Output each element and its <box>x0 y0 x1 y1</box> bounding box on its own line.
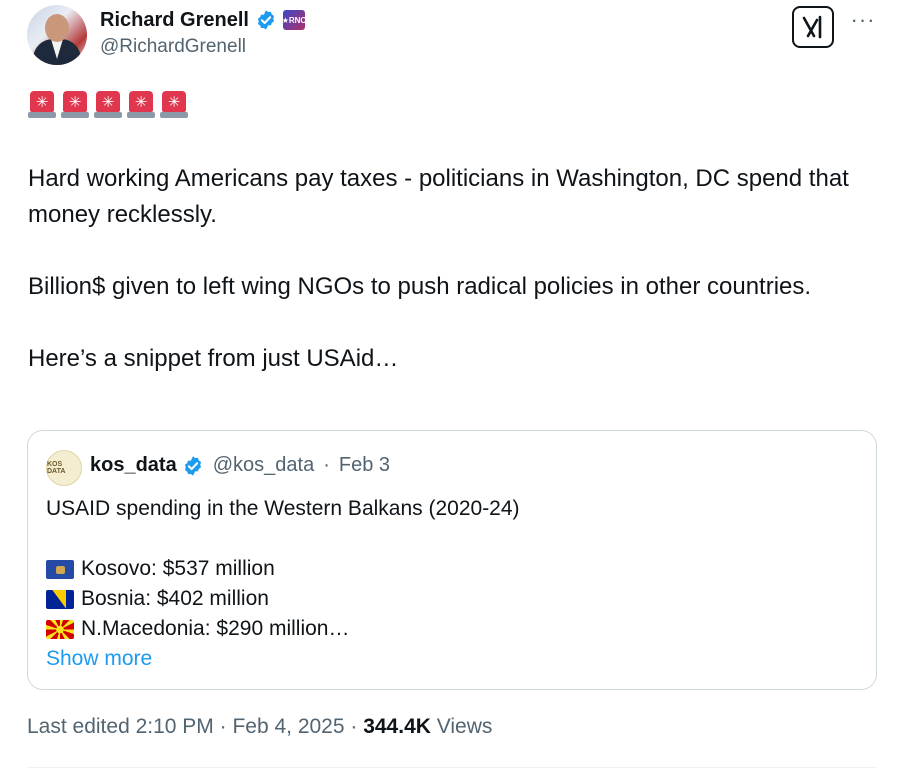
verified-badge-icon <box>184 455 201 476</box>
kosovo-flag-icon <box>46 559 74 579</box>
more-icon: ··· <box>850 7 876 32</box>
quoted-separator: · <box>323 454 330 476</box>
quoted-list-item: Bosnia: $402 million <box>46 584 846 614</box>
siren-emoji-icon: ✳ <box>94 91 122 119</box>
siren-emoji-icon: ✳ <box>160 91 188 119</box>
quoted-list-text: Kosovo: $537 million <box>81 557 275 580</box>
show-more-link[interactable]: Show more <box>46 644 152 674</box>
grok-icon <box>802 15 822 39</box>
quoted-author-name[interactable]: kos_data <box>90 454 177 477</box>
quoted-list-text: Bosnia: $402 million <box>81 587 269 610</box>
north-macedonia-flag-icon <box>46 619 74 639</box>
post-paragraph: Billion$ given to left wing NGOs to push… <box>28 273 812 300</box>
edited-timestamp[interactable]: Last edited 2:10 PM · Feb 4, 2025 · <box>27 715 363 739</box>
siren-emoji-icon: ✳ <box>28 91 56 119</box>
quoted-avatar-text: KOS DATA <box>47 461 66 475</box>
quoted-post-header: kos_data @kos_data · Feb 3 <box>90 454 390 477</box>
quoted-post-date[interactable]: Feb 3 <box>339 454 390 477</box>
quoted-author-avatar[interactable]: KOS DATA <box>46 450 82 486</box>
quoted-list-text: N.Macedonia: $290 million… <box>81 617 350 640</box>
bosnia-flag-icon <box>46 589 74 609</box>
quoted-blank-line <box>46 524 846 554</box>
grok-button[interactable] <box>792 6 834 48</box>
siren-emoji-row: ✳ ✳ ✳ ✳ ✳ <box>28 91 188 119</box>
quoted-list-item: Kosovo: $537 million <box>46 554 846 584</box>
post-text: Hard working Americans pay taxes - polit… <box>28 161 888 413</box>
post-paragraph: Here’s a snippet from just USAid… <box>28 345 399 372</box>
author-handle[interactable]: @RichardGrenell <box>100 36 246 58</box>
quoted-post-card[interactable]: KOS DATA kos_data @kos_data · Feb 3 USAI… <box>27 430 877 690</box>
quoted-list-item: N.Macedonia: $290 million… <box>46 614 846 644</box>
quoted-post-text: USAID spending in the Western Balkans (2… <box>46 494 846 674</box>
more-options-button[interactable]: ··· <box>850 7 876 36</box>
post-metadata: Last edited 2:10 PM · Feb 4, 2025 · 344.… <box>27 715 492 739</box>
author-name[interactable]: Richard Grenell <box>100 9 249 32</box>
views-label: Views <box>430 715 493 738</box>
post-paragraph: Hard working Americans pay taxes - polit… <box>28 165 849 228</box>
quoted-post-title: USAID spending in the Western Balkans (2… <box>46 497 520 520</box>
views-count[interactable]: 344.4K <box>363 715 431 739</box>
author-name-row: Richard Grenell ★RNC <box>100 6 307 34</box>
author-avatar[interactable] <box>27 5 87 65</box>
affiliate-badge-text: ★RNC <box>281 15 307 25</box>
avatar-face-shape <box>45 14 69 42</box>
quoted-author-handle[interactable]: @kos_data <box>213 454 314 477</box>
verified-badge-icon[interactable] <box>255 9 277 31</box>
siren-emoji-icon: ✳ <box>61 91 89 119</box>
siren-emoji-icon: ✳ <box>127 91 155 119</box>
divider <box>27 767 877 768</box>
affiliate-badge-icon[interactable]: ★RNC <box>281 10 307 30</box>
